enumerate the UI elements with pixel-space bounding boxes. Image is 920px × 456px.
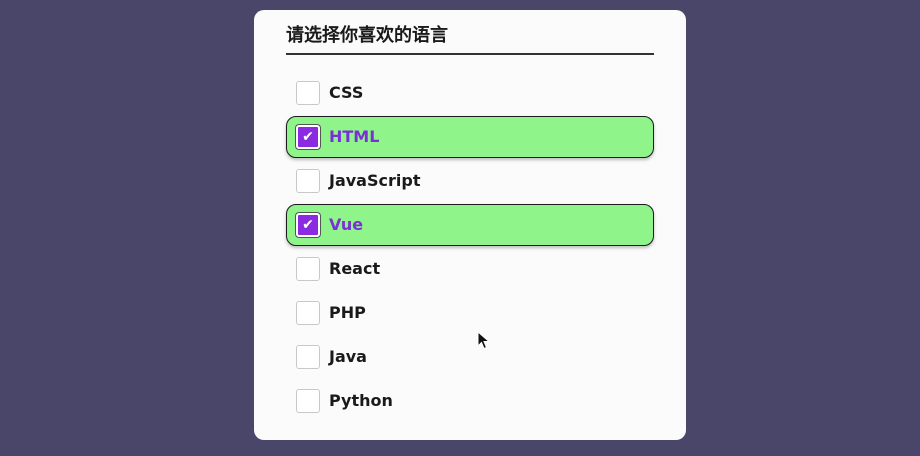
option-label: Java [329,347,367,366]
option-vue[interactable]: ✔ Vue [286,204,654,246]
option-label: HTML [329,127,380,146]
option-label: Python [329,391,393,410]
option-label: CSS [329,83,364,102]
option-java[interactable]: ✔ Java [286,336,654,378]
checkbox[interactable]: ✔ [296,257,320,281]
checkmark-icon: ✔ [302,129,314,145]
option-label: JavaScript [329,171,421,190]
option-python[interactable]: ✔ Python [286,380,654,422]
checkbox[interactable]: ✔ [296,169,320,193]
option-javascript[interactable]: ✔ JavaScript [286,160,654,202]
checkbox[interactable]: ✔ [296,301,320,325]
option-php[interactable]: ✔ PHP [286,292,654,334]
checkbox[interactable]: ✔ [296,213,320,237]
checkbox[interactable]: ✔ [296,81,320,105]
language-options-list: ✔ CSS ✔ HTML ✔ JavaScript ✔ Vue ✔ React … [286,72,654,424]
option-label: PHP [329,303,366,322]
option-label: React [329,259,381,278]
checkbox[interactable]: ✔ [296,125,320,149]
checkbox[interactable]: ✔ [296,389,320,413]
form-title: 请选择你喜欢的语言 [286,22,654,55]
language-form-card: 请选择你喜欢的语言 ✔ CSS ✔ HTML ✔ JavaScript ✔ Vu… [254,10,686,440]
option-css[interactable]: ✔ CSS [286,72,654,114]
option-react[interactable]: ✔ React [286,248,654,290]
mouse-pointer-icon [477,331,491,350]
option-html[interactable]: ✔ HTML [286,116,654,158]
checkmark-icon: ✔ [302,217,314,233]
option-label: Vue [329,215,364,234]
checkbox[interactable]: ✔ [296,345,320,369]
